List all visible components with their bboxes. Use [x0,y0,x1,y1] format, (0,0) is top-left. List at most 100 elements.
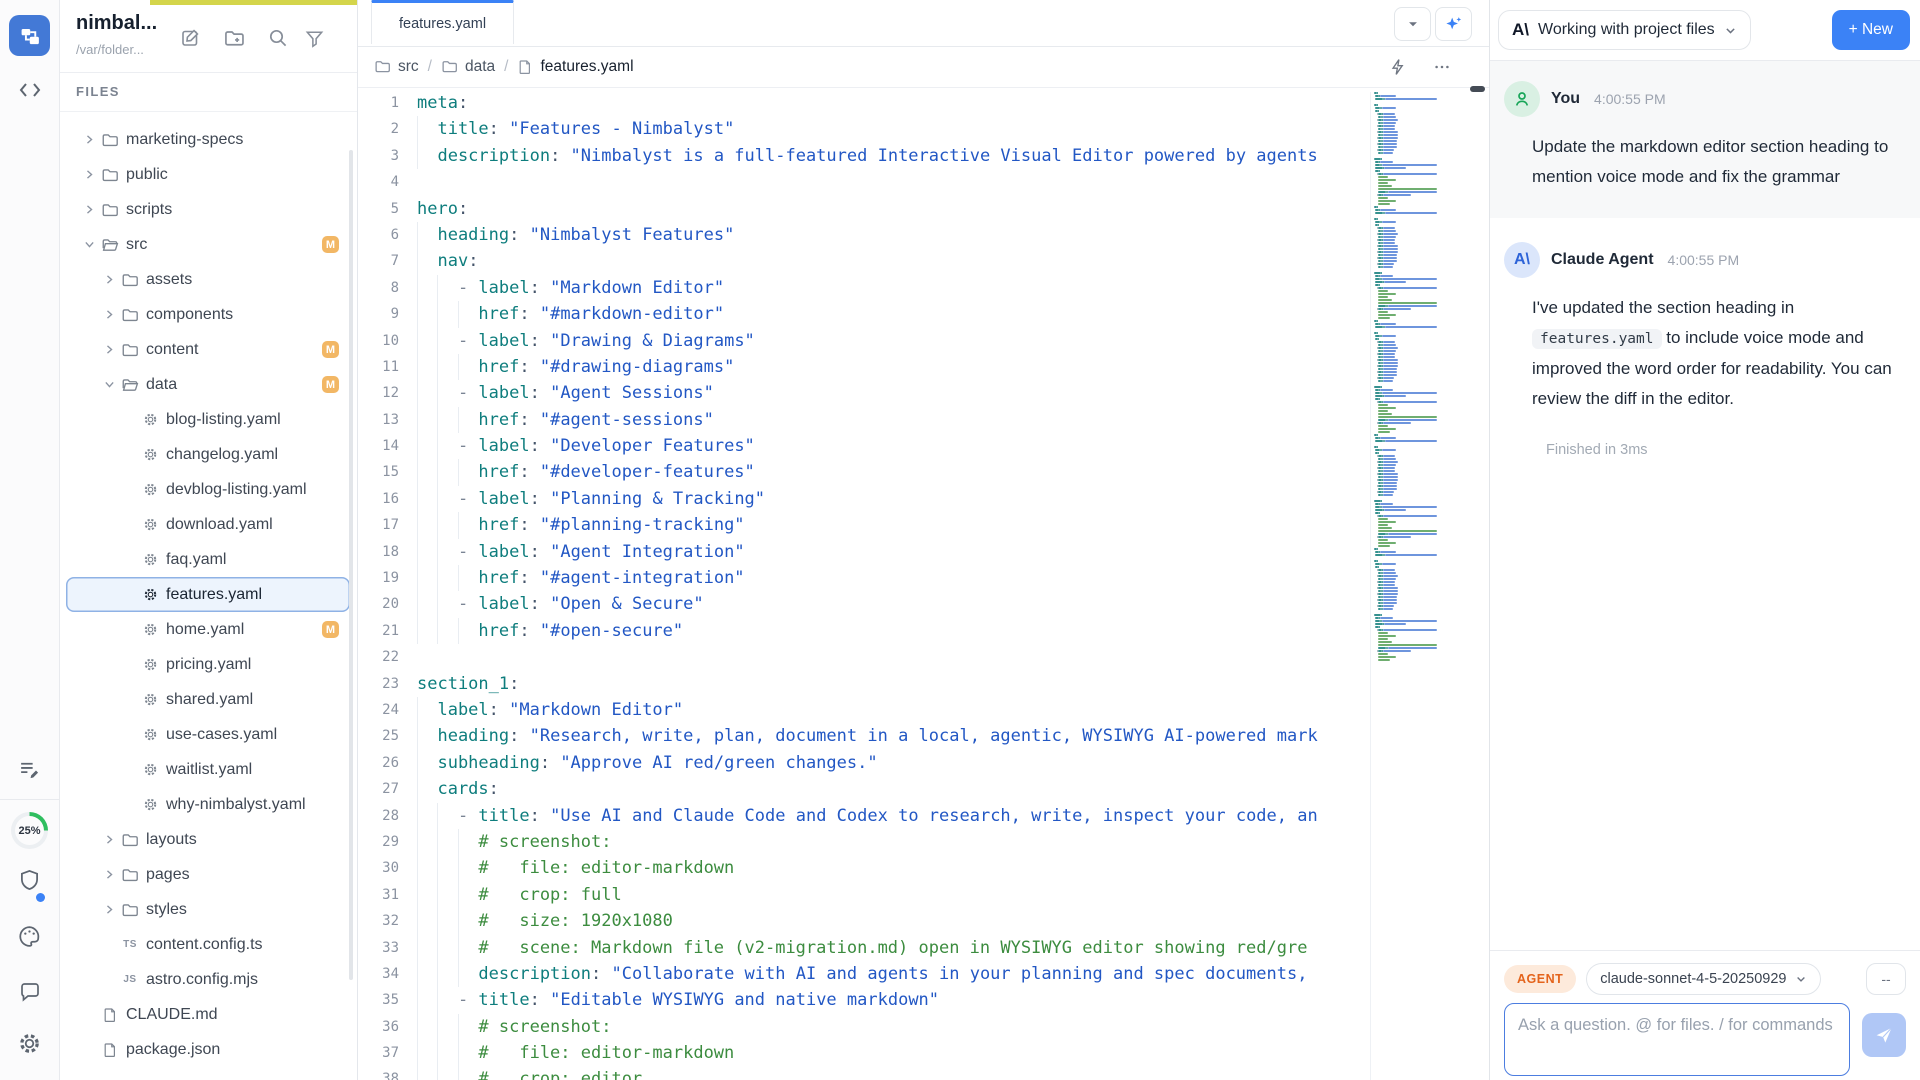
file-tree-item-assets[interactable]: assets [66,262,350,297]
ai-sparkle-button[interactable] [1435,7,1472,41]
code-line[interactable]: 29# screenshot: [357,829,1370,855]
editor-scrollbar-thumb[interactable] [1470,86,1485,92]
code-line[interactable]: 9href: "#markdown-editor" [357,301,1370,327]
file-tree-item-pages[interactable]: pages [66,857,350,892]
new-file-icon[interactable] [179,26,203,50]
code-line[interactable]: 4 [357,169,1370,195]
file-tree-item-public[interactable]: public [66,157,350,192]
search-icon[interactable] [266,26,290,50]
notes-edit-icon[interactable] [0,758,59,781]
usage-meter[interactable]: 25% [11,812,48,849]
file-tree-item-package-json[interactable]: package.json [66,1032,350,1067]
new-chat-button[interactable]: + New [1832,10,1910,50]
editor-scrollbar[interactable] [1467,88,1489,1080]
file-tree-item-changelog-yaml[interactable]: changelog.yaml [66,437,350,472]
code-line[interactable]: 36# screenshot: [357,1014,1370,1040]
code-line[interactable]: 37# file: editor-markdown [357,1040,1370,1066]
palette-icon[interactable] [0,924,59,949]
code-line[interactable]: 2title: "Features - Nimbalyst" [357,116,1370,142]
file-tree-item-waitlist-yaml[interactable]: waitlist.yaml [66,752,350,787]
code-view-icon[interactable] [0,80,59,100]
breadcrumb-src[interactable]: src [374,58,419,76]
file-tree-item-features-yaml[interactable]: features.yaml [66,577,350,612]
file-tree-item-claude-md[interactable]: CLAUDE.md [66,997,350,1032]
code-line[interactable]: 34description: "Collaborate with AI and … [357,961,1370,987]
code-line[interactable]: 11href: "#drawing-diagrams" [357,354,1370,380]
model-selector[interactable]: claude-sonnet-4-5-20250929 [1586,963,1821,995]
code-line[interactable]: 26subheading: "Approve AI red/green chan… [357,750,1370,776]
code-line[interactable]: 32# size: 1920x1080 [357,908,1370,934]
file-tree-item-use-cases-yaml[interactable]: use-cases.yaml [66,717,350,752]
actions-lightning-icon[interactable] [1385,55,1411,79]
code-line[interactable]: 28- title: "Use AI and Claude Code and C… [357,803,1370,829]
file-tree-item-astro-config-mjs[interactable]: JSastro.config.mjs [66,962,350,997]
code-line[interactable]: 16- label: "Planning & Tracking" [357,486,1370,512]
code-line[interactable]: 8- label: "Markdown Editor" [357,275,1370,301]
breadcrumb-features-yaml[interactable]: features.yaml [517,58,633,76]
file-tree-item-home-yaml[interactable]: home.yamlM [66,612,350,647]
settings-gear-icon[interactable] [0,1031,59,1056]
code-line[interactable]: 38# crop: editor [357,1066,1370,1080]
code-line[interactable]: 35- title: "Editable WYSIWYG and native … [357,987,1370,1013]
code-line[interactable]: 23section_1: [357,671,1370,697]
file-tree-item-download-yaml[interactable]: download.yaml [66,507,350,542]
agent-message: A\ Claude Agent 4:00:55 PM I've updated … [1490,218,1920,458]
code-line[interactable]: 27cards: [357,776,1370,802]
file-name: use-cases.yaml [166,726,277,744]
tab-dropdown-button[interactable] [1394,7,1431,41]
tab-features-yaml[interactable]: features.yaml [371,0,514,44]
line-number: 34 [357,961,399,987]
code-line[interactable]: 5hero: [357,196,1370,222]
feedback-chat-icon[interactable] [0,980,59,1004]
minimap[interactable] [1370,92,1466,1080]
file-tree-item-why-nimbalyst-yaml[interactable]: why-nimbalyst.yaml [66,787,350,822]
code-line[interactable]: 33# scene: Markdown file (v2-migration.m… [357,935,1370,961]
file-tree-item-devblog-listing-yaml[interactable]: devblog-listing.yaml [66,472,350,507]
chat-input[interactable] [1518,1013,1836,1061]
code-line[interactable]: 12- label: "Agent Sessions" [357,380,1370,406]
code-line[interactable]: 7nav: [357,248,1370,274]
app-logo-icon[interactable] [9,15,50,56]
file-tree-item-styles[interactable]: styles [66,892,350,927]
file-tree-item-marketing-specs[interactable]: marketing-specs [66,122,350,157]
new-folder-icon[interactable] [222,26,246,50]
file-tree-item-content-config-ts[interactable]: TScontent.config.ts [66,927,350,962]
code-line[interactable]: 18- label: "Agent Integration" [357,539,1370,565]
explorer-scrollbar[interactable] [349,150,353,980]
session-selector[interactable]: A\ Working with project files [1498,10,1751,50]
file-tree-item-pricing-yaml[interactable]: pricing.yaml [66,647,350,682]
file-tree-item-blog-listing-yaml[interactable]: blog-listing.yaml [66,402,350,437]
code-line[interactable]: 10- label: "Drawing & Diagrams" [357,328,1370,354]
line-number: 3 [357,143,399,169]
code-line[interactable]: 3description: "Nimbalyst is a full-featu… [357,143,1370,169]
code-line[interactable]: 20- label: "Open & Secure" [357,591,1370,617]
code-line[interactable]: 21href: "#open-secure" [357,618,1370,644]
code-line[interactable]: 31# crop: full [357,882,1370,908]
file-tree-item-scripts[interactable]: scripts [66,192,350,227]
code-line[interactable]: 15href: "#developer-features" [357,459,1370,485]
code-line[interactable]: 22 [357,644,1370,670]
code-line[interactable]: 30# file: editor-markdown [357,855,1370,881]
file-tree-item-shared-yaml[interactable]: shared.yaml [66,682,350,717]
shield-icon[interactable] [0,868,59,893]
code-line[interactable]: 13href: "#agent-sessions" [357,407,1370,433]
collapse-button[interactable]: -- [1866,963,1906,995]
file-tree-item-content[interactable]: contentM [66,332,350,367]
code-line[interactable]: 17href: "#planning-tracking" [357,512,1370,538]
code-line[interactable]: 24label: "Markdown Editor" [357,697,1370,723]
more-options-icon[interactable] [1429,55,1455,79]
file-tree-item-src[interactable]: srcM [66,227,350,262]
file-tree-item-layouts[interactable]: layouts [66,822,350,857]
code-editor[interactable]: 1meta:2title: "Features - Nimbalyst"3des… [357,88,1370,1080]
send-button[interactable] [1862,1013,1906,1057]
file-tree-item-faq-yaml[interactable]: faq.yaml [66,542,350,577]
file-tree-item-components[interactable]: components [66,297,350,332]
code-line[interactable]: 19href: "#agent-integration" [357,565,1370,591]
code-line[interactable]: 1meta: [357,90,1370,116]
breadcrumb-data[interactable]: data [441,58,495,76]
filter-icon[interactable] [302,26,326,50]
code-line[interactable]: 14- label: "Developer Features" [357,433,1370,459]
file-tree-item-data[interactable]: dataM [66,367,350,402]
code-line[interactable]: 6heading: "Nimbalyst Features" [357,222,1370,248]
code-line[interactable]: 25heading: "Research, write, plan, docum… [357,723,1370,749]
